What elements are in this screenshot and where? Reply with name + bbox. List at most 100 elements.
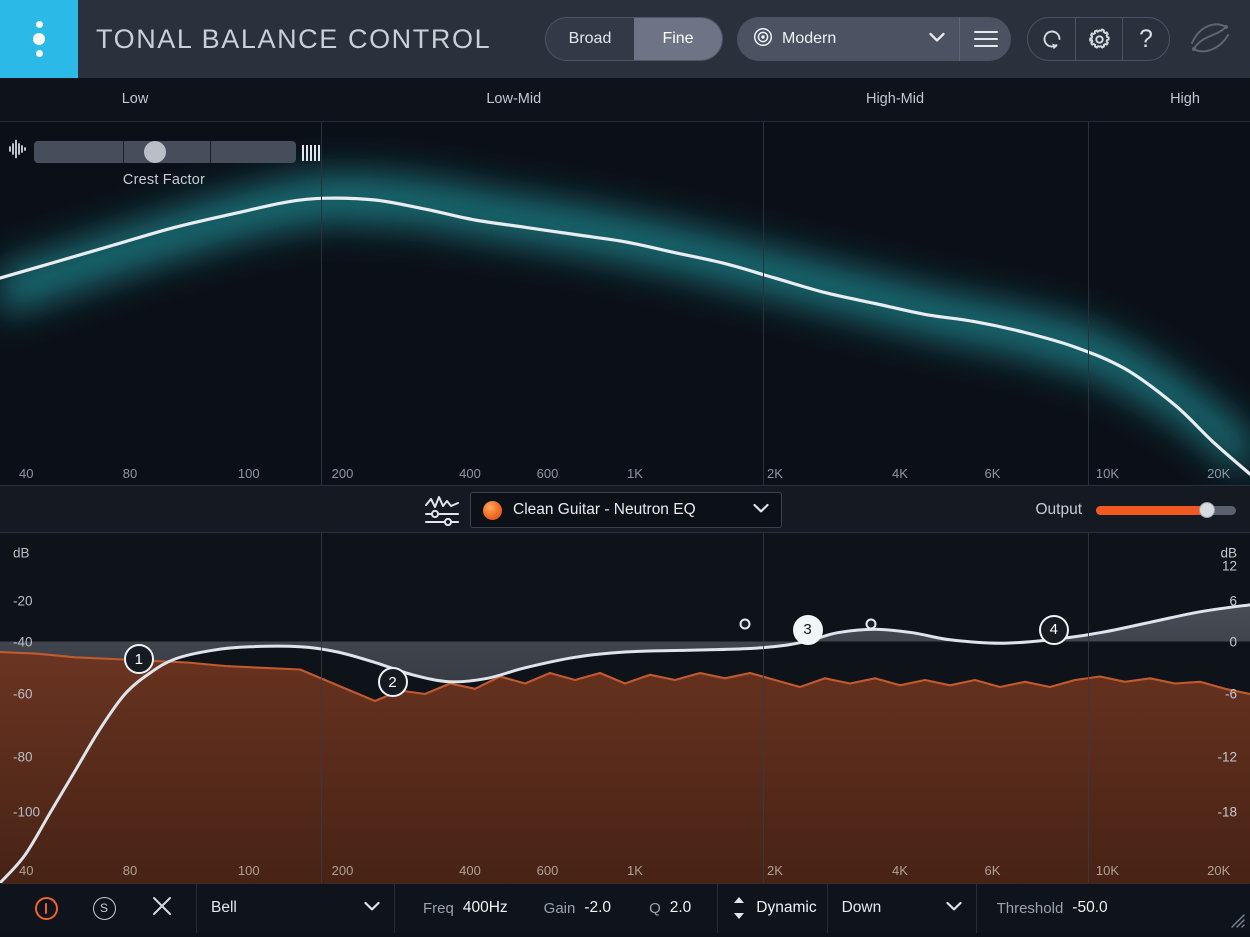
band-label-strip: Low Low-Mid High-Mid High bbox=[0, 78, 1250, 122]
freq-tick-label: 20K bbox=[1207, 466, 1231, 481]
tab-broad[interactable]: Broad bbox=[546, 18, 634, 60]
view-mode-toggle[interactable]: Broad Fine bbox=[545, 17, 723, 61]
freq-tick-label: 4K bbox=[892, 863, 908, 878]
freq-tick-label: 80 bbox=[122, 466, 138, 481]
eq-db-tick-right: -18 bbox=[1217, 804, 1237, 820]
help-button[interactable]: ? bbox=[1122, 18, 1169, 60]
freq-tick-label: 4K bbox=[892, 466, 908, 481]
crest-factor-slider[interactable] bbox=[34, 140, 296, 163]
band-q-label: Q bbox=[649, 899, 661, 917]
app-header: TONAL BALANCE CONTROL Broad Fine Modern bbox=[0, 0, 1250, 78]
band-shape-select[interactable]: Bell bbox=[197, 884, 394, 933]
freq-tick-label: 600 bbox=[536, 863, 559, 878]
band-gain-label: Gain bbox=[543, 899, 576, 917]
band-freq-value[interactable]: 400Hz bbox=[463, 899, 508, 917]
izotope-three-dots-icon bbox=[0, 0, 78, 78]
tonal-balance-analyzer-chart: 40 80 100 200 400 600 1K 2K 4K 6K 10K 20K bbox=[0, 122, 1250, 485]
eq-db-tick-left: -60 bbox=[13, 686, 33, 702]
hamburger-menu-icon[interactable] bbox=[959, 17, 1011, 61]
freq-tick-label: 6K bbox=[984, 863, 1001, 878]
output-slider-knob[interactable] bbox=[1198, 502, 1215, 518]
freq-tick-label: 100 bbox=[237, 863, 260, 878]
power-button-icon bbox=[34, 896, 58, 920]
reset-circular-arrow-icon[interactable] bbox=[1028, 18, 1075, 60]
dynamic-label: Dynamic bbox=[756, 899, 817, 916]
eq-band-node-3[interactable]: 3 bbox=[792, 614, 823, 645]
dynamic-direction-value: Down bbox=[841, 899, 882, 916]
eq-db-tick-left: -40 bbox=[13, 634, 33, 650]
module-select[interactable]: Clean Guitar - Neutron EQ bbox=[470, 492, 782, 528]
crest-factor-control: Crest Factor bbox=[8, 138, 320, 188]
eq-db-tick-left: -80 bbox=[13, 749, 33, 765]
band-q-value[interactable]: 2.0 bbox=[670, 899, 692, 917]
band-label-low-mid: Low-Mid bbox=[486, 91, 542, 107]
crest-factor-label: Crest Factor bbox=[122, 172, 206, 188]
crest-factor-knob[interactable] bbox=[143, 140, 166, 163]
output-slider[interactable] bbox=[1096, 502, 1236, 518]
target-icon bbox=[753, 27, 773, 52]
freq-tick-label: 1K bbox=[627, 466, 643, 481]
freq-tick-label: 400 bbox=[459, 466, 481, 481]
band-freq-field[interactable]: Freq 400Hz bbox=[395, 884, 518, 933]
chevron-down-icon bbox=[929, 30, 945, 48]
module-color-dot-icon bbox=[483, 500, 502, 520]
resize-grip-icon[interactable] bbox=[1228, 911, 1246, 929]
band-label-high: High bbox=[1170, 91, 1200, 107]
freq-tick-label: 40 bbox=[19, 466, 34, 481]
tick-marks-icon bbox=[300, 143, 320, 161]
eq-q-handle[interactable] bbox=[865, 618, 877, 630]
freq-tick-label: 80 bbox=[122, 863, 138, 878]
dynamic-direction-select[interactable]: Down bbox=[828, 884, 976, 933]
eq-plot bbox=[0, 603, 1250, 883]
dynamic-toggle[interactable]: Dynamic bbox=[718, 884, 826, 933]
band-freq-label: Freq bbox=[423, 899, 454, 917]
preset-group: Modern bbox=[737, 17, 1011, 61]
output-control: Output bbox=[1035, 486, 1236, 534]
freq-tick-label: 200 bbox=[331, 863, 354, 878]
solo-icon: S bbox=[92, 896, 116, 920]
eq-band-node-2[interactable]: 2 bbox=[377, 667, 408, 698]
band-delete-button[interactable] bbox=[142, 884, 182, 933]
tab-fine[interactable]: Fine bbox=[634, 18, 722, 60]
close-x-icon bbox=[151, 895, 173, 922]
chevron-down-icon bbox=[945, 899, 962, 917]
eq-db-tick-right: 12 bbox=[1221, 558, 1237, 574]
band-gain-field[interactable]: Gain -2.0 bbox=[518, 884, 621, 933]
eq-db-tick-left: dB bbox=[13, 545, 30, 561]
band-label-low: Low bbox=[121, 91, 149, 107]
eq-band-node-4[interactable]: 4 bbox=[1038, 614, 1069, 645]
eq-module-icon[interactable] bbox=[424, 494, 460, 531]
neutron-eq-chart[interactable]: dB -20 -40 -60 -80 -100 dB 12 6 0 -6 -12 -18 40 80 10… bbox=[0, 533, 1250, 883]
waveform-icon bbox=[8, 138, 28, 165]
band-solo-button[interactable]: S bbox=[84, 884, 124, 933]
gridline bbox=[762, 533, 764, 883]
freq-tick-label: 40 bbox=[19, 863, 34, 878]
freq-tick-label: 400 bbox=[459, 863, 481, 878]
module-bar: Clean Guitar - Neutron EQ Output bbox=[0, 485, 1250, 533]
preset-select[interactable]: Modern bbox=[737, 17, 959, 61]
threshold-value[interactable]: -50.0 bbox=[1072, 899, 1107, 917]
freq-tick-label: 20K bbox=[1207, 863, 1231, 878]
band-power-button[interactable] bbox=[26, 884, 66, 933]
gear-icon[interactable] bbox=[1075, 18, 1122, 60]
chevron-down-icon bbox=[364, 899, 380, 917]
eq-band-node-1[interactable]: 1 bbox=[123, 644, 154, 674]
eq-db-tick-right: -12 bbox=[1217, 749, 1237, 765]
page-title: TONAL BALANCE CONTROL bbox=[96, 23, 492, 54]
threshold-label: Threshold bbox=[996, 899, 1064, 917]
eq-q-handle[interactable] bbox=[739, 618, 751, 630]
band-q-field[interactable]: Q 2.0 bbox=[621, 884, 701, 933]
freq-tick-label: 2K bbox=[767, 863, 783, 878]
gridline bbox=[762, 122, 764, 485]
freq-tick-label: 2K bbox=[767, 466, 783, 481]
izotope-squiggle-logo-icon bbox=[1186, 15, 1234, 64]
freq-tick-label: 200 bbox=[331, 466, 354, 481]
output-label: Output bbox=[1035, 501, 1082, 518]
freq-tick-label: 6K bbox=[984, 466, 1001, 481]
band-gain-value[interactable]: -2.0 bbox=[584, 899, 611, 917]
freq-tick-label: 600 bbox=[536, 466, 559, 481]
gridline bbox=[321, 533, 323, 883]
freq-tick-label: 1K bbox=[627, 863, 643, 878]
threshold-field[interactable]: Threshold -50.0 bbox=[977, 884, 1118, 933]
gridline bbox=[1087, 122, 1089, 485]
